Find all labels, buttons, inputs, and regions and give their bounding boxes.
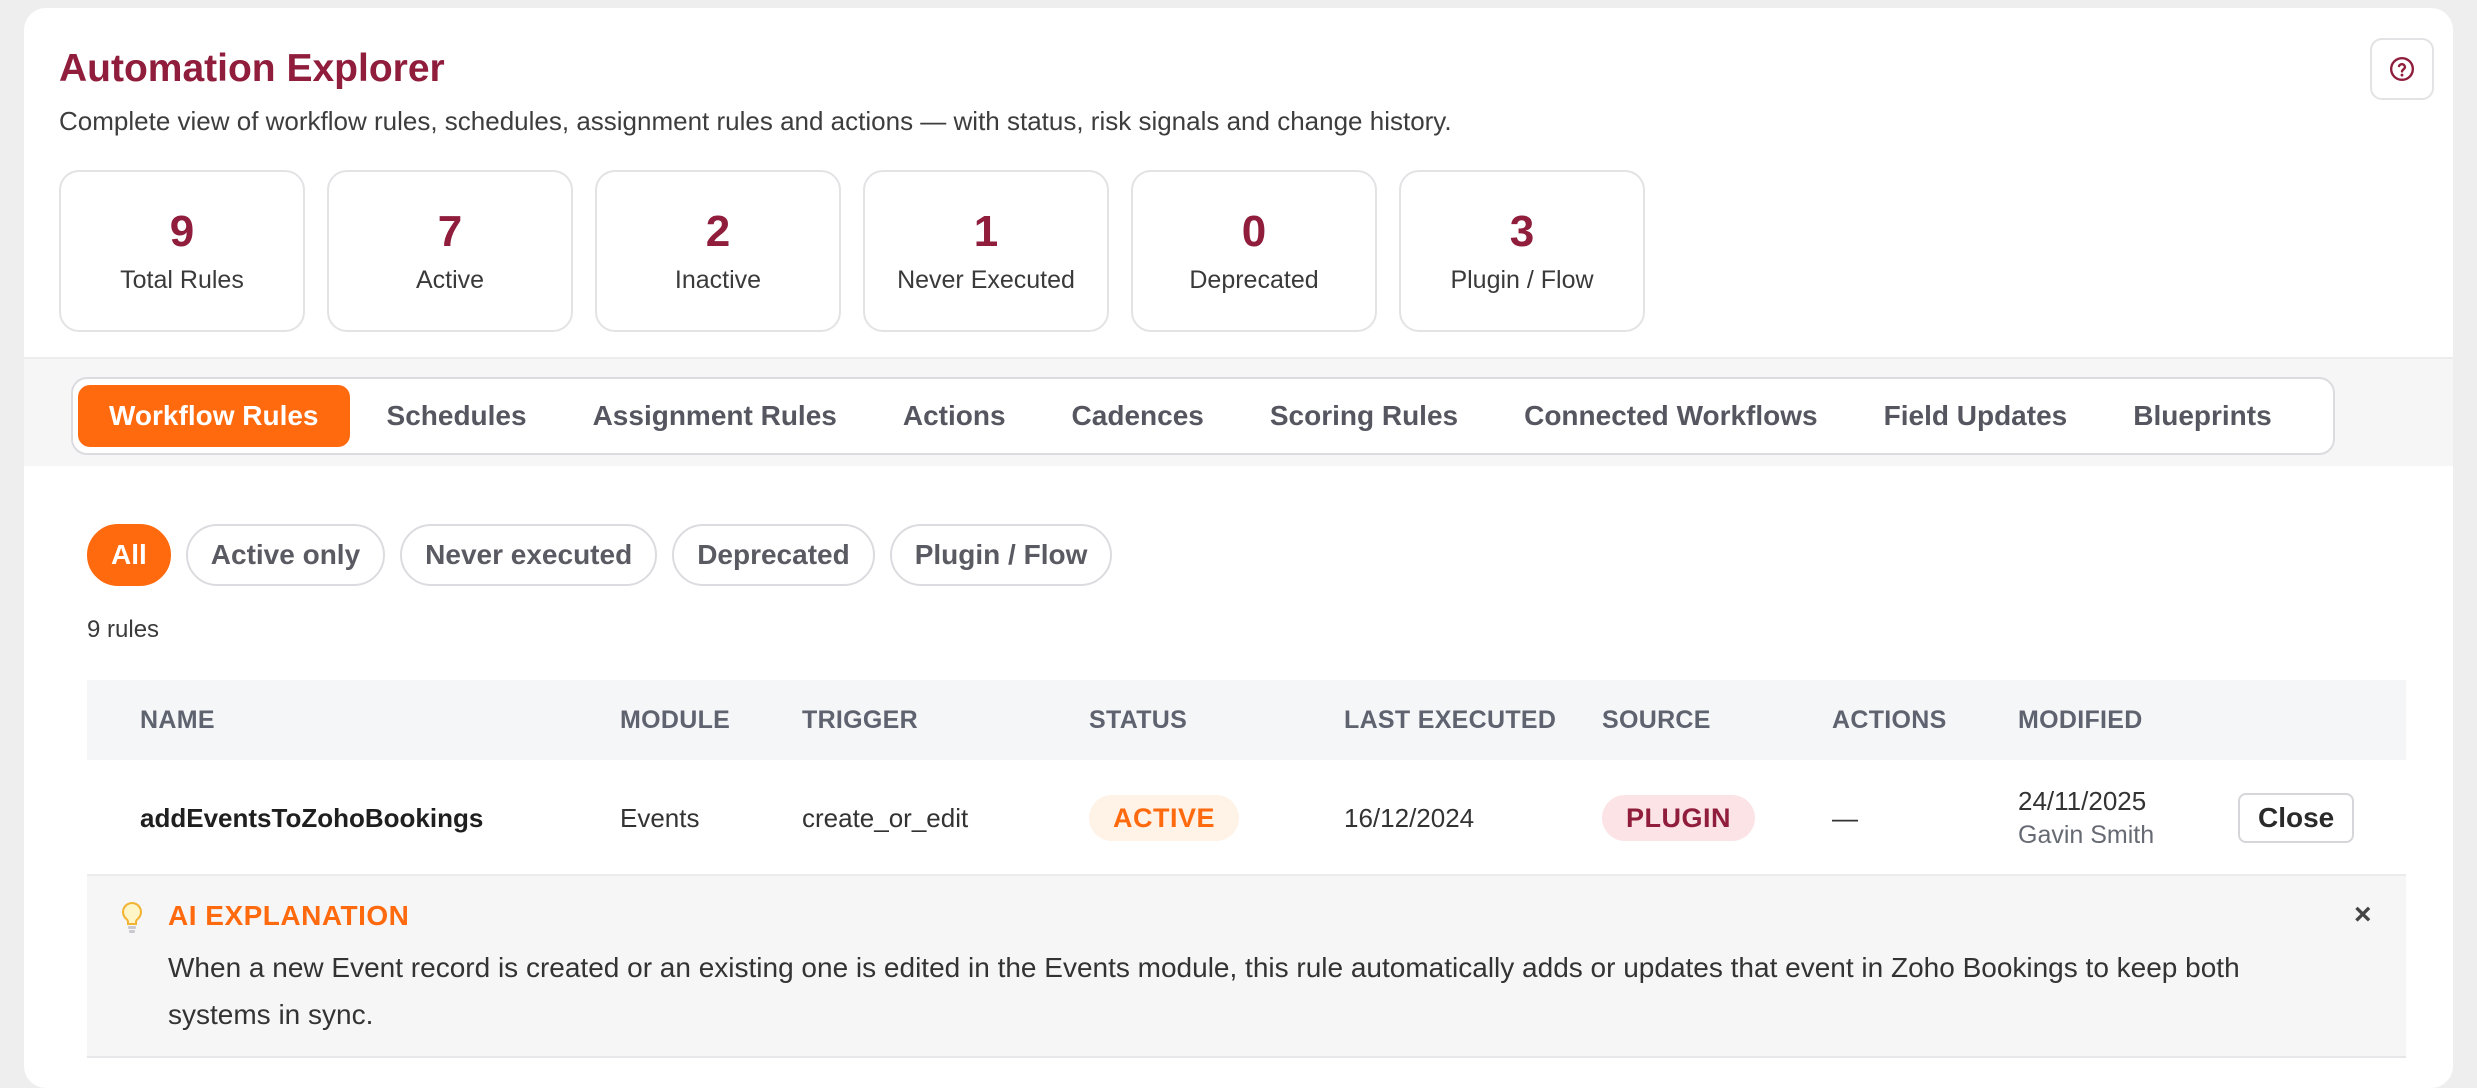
filter-deprecated[interactable]: Deprecated <box>672 524 875 586</box>
stat-deprecated: 0 Deprecated <box>1131 170 1377 332</box>
lightbulb-icon <box>122 901 142 933</box>
stat-label: Active <box>415 266 485 294</box>
filter-pills: All Active only Never executed Deprecate… <box>87 524 1113 586</box>
tab-bar: Workflow Rules Schedules Assignment Rule… <box>71 377 2335 455</box>
help-button[interactable] <box>2370 38 2434 100</box>
tab-schedules[interactable]: Schedules <box>354 385 560 447</box>
rule-trigger: create_or_edit <box>802 802 969 833</box>
ai-explanation-panel: AI EXPLANATION When a new Event record i… <box>87 876 2406 1058</box>
stats-row: 9 Total Rules 7 Active 2 Inactive 1 Neve… <box>59 170 1645 332</box>
tab-connected-workflows[interactable]: Connected Workflows <box>1491 385 1851 447</box>
ai-explanation-title: AI EXPLANATION <box>168 900 410 931</box>
modified-date: 24/11/2025 <box>2018 786 2147 816</box>
column-header-status[interactable]: STATUS <box>1089 706 1187 735</box>
stat-label: Plugin / Flow <box>1450 266 1594 294</box>
stat-label: Deprecated <box>1189 266 1319 294</box>
stat-label: Never Executed <box>897 266 1075 294</box>
column-header-source[interactable]: SOURCE <box>1602 706 1711 735</box>
tab-scoring-rules[interactable]: Scoring Rules <box>1237 385 1491 447</box>
column-header-name[interactable]: NAME <box>140 706 215 735</box>
stat-value: 9 <box>169 207 195 256</box>
tab-actions[interactable]: Actions <box>870 385 1039 447</box>
table-row[interactable]: addEventsToZohoBookings Events create_or… <box>87 760 2406 876</box>
stat-plugin-flow: 3 Plugin / Flow <box>1399 170 1645 332</box>
status-badge: ACTIVE <box>1089 795 1240 841</box>
automation-explorer-card: Automation Explorer Complete view of wor… <box>24 8 2453 1088</box>
filter-all[interactable]: All <box>87 524 171 586</box>
stat-total-rules: 9 Total Rules <box>59 170 305 332</box>
rule-module: Events <box>620 802 700 833</box>
stat-value: 2 <box>705 207 731 256</box>
stat-value: 3 <box>1509 207 1535 256</box>
close-cell: Close <box>2238 760 2355 876</box>
modified-by: Gavin Smith <box>2018 821 2155 849</box>
tab-assignment-rules[interactable]: Assignment Rules <box>560 385 870 447</box>
filter-never-executed[interactable]: Never executed <box>400 524 658 586</box>
stat-value: 1 <box>973 207 999 256</box>
stat-label: Inactive <box>674 266 762 294</box>
column-header-module[interactable]: MODULE <box>620 706 730 735</box>
column-header-last-executed[interactable]: LAST EXECUTED <box>1344 706 1556 735</box>
page-subtitle: Complete view of workflow rules, schedul… <box>59 106 1452 136</box>
rule-name: addEventsToZohoBookings <box>140 802 484 833</box>
rule-count: 9 rules <box>87 616 160 643</box>
stat-label: Total Rules <box>120 266 244 294</box>
page-title: Automation Explorer <box>59 47 445 90</box>
tabs-band: Workflow Rules Schedules Assignment Rule… <box>24 357 2453 466</box>
stat-value: 0 <box>1241 207 1267 256</box>
stat-inactive: 2 Inactive <box>595 170 841 332</box>
tab-cadences[interactable]: Cadences <box>1039 385 1237 447</box>
status-cell: ACTIVE <box>1089 760 1240 876</box>
help-circle-icon <box>2389 56 2415 82</box>
filter-plugin-flow[interactable]: Plugin / Flow <box>889 524 1113 586</box>
last-executed: 16/12/2024 <box>1344 802 1475 833</box>
table-header: NAME MODULE TRIGGER STATUS LAST EXECUTED… <box>87 680 2406 760</box>
tab-field-updates[interactable]: Field Updates <box>1851 385 2101 447</box>
tab-blueprints[interactable]: Blueprints <box>2100 385 2304 447</box>
page-header: Automation Explorer Complete view of wor… <box>24 8 2453 357</box>
modified-cell: 24/11/2025 Gavin Smith <box>2018 760 2154 876</box>
stat-never-executed: 1 Never Executed <box>863 170 1109 332</box>
close-icon[interactable]: × <box>2354 898 2372 932</box>
rules-table: NAME MODULE TRIGGER STATUS LAST EXECUTED… <box>87 680 2406 1058</box>
stat-value: 7 <box>437 207 463 256</box>
tab-workflow-rules[interactable]: Workflow Rules <box>78 385 350 447</box>
close-button[interactable]: Close <box>2238 793 2355 843</box>
column-header-trigger[interactable]: TRIGGER <box>802 706 918 735</box>
source-badge: PLUGIN <box>1602 795 1756 841</box>
actions-value: — <box>1832 802 1858 833</box>
filter-active-only[interactable]: Active only <box>185 524 386 586</box>
column-header-modified[interactable]: MODIFIED <box>2018 706 2143 735</box>
ai-explanation-text: When a new Event record is created or an… <box>168 952 2240 1030</box>
stat-active: 7 Active <box>327 170 573 332</box>
column-header-actions[interactable]: ACTIONS <box>1832 706 1947 735</box>
source-cell: PLUGIN <box>1602 760 1756 876</box>
